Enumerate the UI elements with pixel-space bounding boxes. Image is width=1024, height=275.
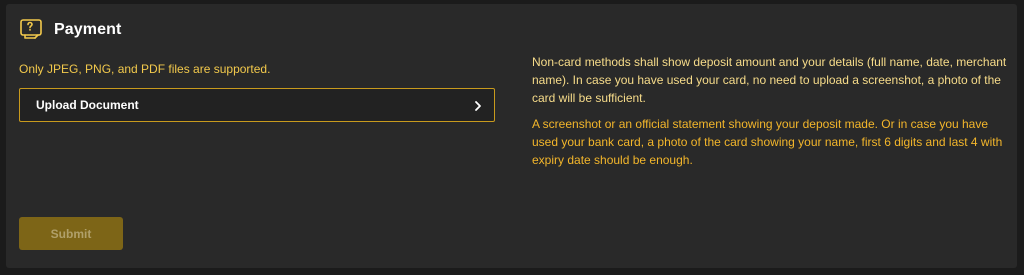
upload-document-label: Upload Document	[36, 98, 139, 112]
panel-header: Payment	[19, 16, 121, 44]
statement-instructions: A screenshot or an official statement sh…	[532, 117, 1003, 167]
payment-icon	[19, 17, 45, 43]
upload-section: Only JPEG, PNG, and PDF files are suppor…	[19, 62, 495, 122]
non-card-instructions: Non-card methods shall show deposit amou…	[532, 55, 1007, 105]
chevron-right-icon	[472, 99, 484, 111]
upload-document-button[interactable]: Upload Document	[19, 88, 495, 122]
page-title: Payment	[54, 21, 122, 38]
instructions-section: Non-card methods shall show deposit amou…	[532, 53, 1010, 169]
submit-button[interactable]: Submit	[19, 217, 123, 250]
payment-panel: Payment Only JPEG, PNG, and PDF files ar…	[6, 4, 1017, 268]
supported-formats-text: Only JPEG, PNG, and PDF files are suppor…	[19, 62, 271, 76]
